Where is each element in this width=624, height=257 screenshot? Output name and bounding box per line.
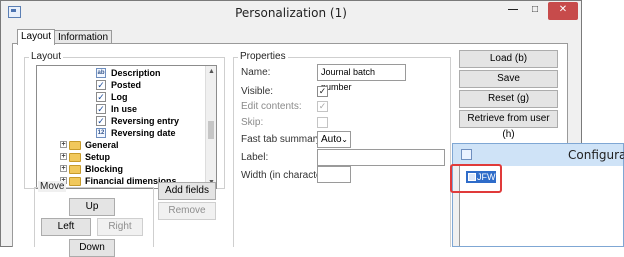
edit-contents-checkbox[interactable]: ✓ [317,101,328,112]
properties-group-label: Properties [238,51,288,62]
remove-button[interactable]: Remove [158,202,216,220]
reset-button[interactable]: Reset (g) [459,90,558,108]
title-bar[interactable]: Personalization (1) — □ ✕ [1,1,581,25]
expand-icon[interactable]: + [60,141,67,148]
width-field[interactable] [317,166,351,183]
field-tree[interactable]: ab Description ✓ Posted ✓ Log ✓ In use ✓… [36,65,217,189]
text-field-icon: ab [96,68,106,78]
configuration-title: Configuration [568,148,624,162]
tree-scrollbar[interactable]: ▲ ▼ [205,66,216,188]
load-button[interactable]: Load (b) [459,50,558,68]
scroll-up-icon[interactable]: ▲ [206,66,216,77]
move-right-button[interactable]: Right [97,218,143,236]
scroll-thumb[interactable] [208,121,214,139]
retrieve-from-user-button[interactable]: Retrieve from user (h) [459,110,558,140]
skip-label: Skip: [241,117,264,128]
configuration-title-bar[interactable]: Configuration [453,144,624,166]
move-down-button[interactable]: Down [69,239,115,257]
move-group-label: Move [38,181,67,192]
folder-icon [69,177,81,186]
fast-tab-summary-label: Fast tab summary: [241,134,324,145]
tab-layout[interactable]: Layout [17,29,56,45]
window-title: Personalization (1) [235,6,347,20]
checkbox-field-icon: ✓ [96,116,106,126]
add-fields-button[interactable]: Add fields [158,182,216,200]
checkbox-field-icon: ✓ [96,92,106,102]
move-left-button[interactable]: Left [41,218,91,236]
highlight-box [450,164,502,193]
label-field[interactable] [317,149,445,166]
configuration-window: Configuration [452,143,624,247]
save-button[interactable]: Save [459,70,558,88]
visible-label: Visible: [241,86,274,97]
close-button[interactable]: ✕ [548,2,578,20]
layout-group-label: Layout [29,51,64,62]
visible-checkbox[interactable]: ✓ [317,86,328,97]
edit-contents-label: Edit contents: [241,101,302,112]
label-label: Label: [241,152,269,163]
expand-icon[interactable]: + [60,153,67,160]
checkbox-field-icon: ✓ [96,80,106,90]
folder-icon [69,141,81,150]
folder-icon [69,153,81,162]
fast-tab-summary-select[interactable]: Auto ⌄ [317,131,351,148]
name-label: Name: [241,67,271,78]
configuration-app-icon [461,149,472,160]
move-group [34,187,154,247]
skip-checkbox[interactable] [317,117,328,128]
fast-tab-summary-value: Auto [321,134,342,145]
date-field-icon: 12 [96,128,106,138]
folder-icon [69,165,81,174]
expand-icon[interactable]: + [60,165,67,172]
move-up-button[interactable]: Up [69,198,115,216]
maximize-button[interactable]: □ [524,2,546,20]
name-field[interactable]: Journal batch number [317,64,406,92]
tab-information[interactable]: Information [54,30,113,44]
minimize-button[interactable]: — [502,2,524,20]
checkbox-field-icon: ✓ [96,104,106,114]
chevron-down-icon: ⌄ [341,135,348,144]
